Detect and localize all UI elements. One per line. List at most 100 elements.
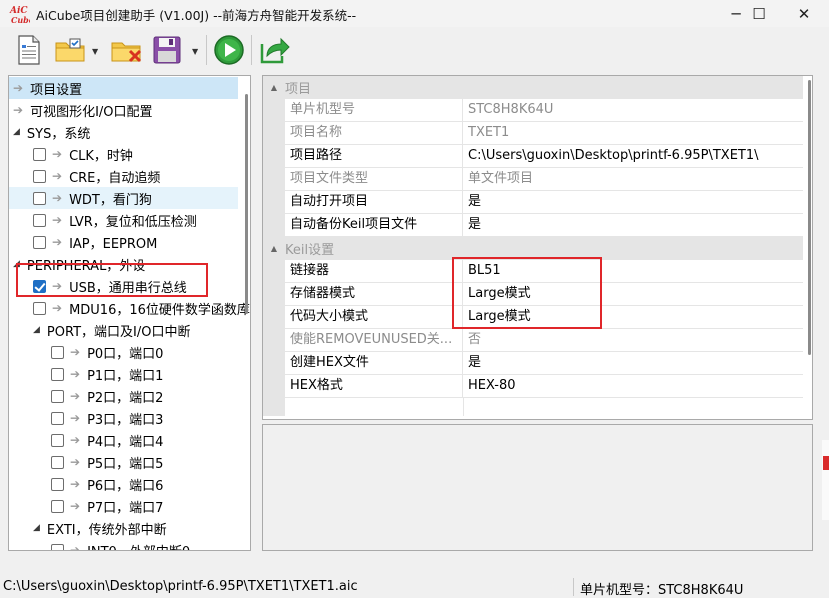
pane-splitter[interactable] [251,75,260,551]
property-value[interactable]: 否 [463,329,803,352]
property-row[interactable]: 创建HEX文件是 [263,352,803,375]
checkbox[interactable] [33,235,46,249]
property-row[interactable]: HEX格式 HEX-80 [263,375,803,398]
property-value[interactable]: 是 [463,214,803,237]
aicube-logo-icon: AiC Cube [9,6,30,25]
tree-item[interactable]: ➔ CLK，时钟 [9,143,238,165]
open-project-button[interactable] [54,32,88,68]
tree-item[interactable]: ➔ P0口，端口0 [9,341,238,363]
tree-item[interactable]: ➔ P3口，端口3 [9,407,238,429]
checkbox[interactable] [33,213,46,227]
arrow-right-icon: ➔ [13,103,24,117]
tree-item[interactable]: ➔ 可视图形化I/O口配置 [9,99,238,121]
checkbox[interactable] [51,477,64,491]
close-project-button[interactable] [110,32,144,68]
property-value[interactable]: HEX-80 [463,375,803,398]
property-value[interactable]: 单文件项目 [463,168,803,191]
grid-scrollbar-thumb[interactable] [808,80,811,355]
tree-scrollbar-thumb[interactable] [245,94,248,314]
tree-item[interactable]: ➔ P7口，端口7 [9,495,238,517]
property-value[interactable]: TXET1 [463,122,803,145]
checkbox[interactable] [33,147,46,161]
tree-expander-icon[interactable]: ◢ [13,127,20,137]
description-panel [262,424,813,551]
row-gutter [263,352,285,375]
property-row[interactable]: 自动备份Keil项目文件是 [263,214,803,237]
property-row[interactable]: 存储器模式 Large模式 [263,283,803,306]
property-value[interactable]: STC8H8K64U [463,99,803,122]
checkbox[interactable] [51,367,64,381]
tree-expander-icon[interactable]: ◢ [33,523,40,533]
property-value[interactable]: BL51 [463,260,803,283]
property-category[interactable]: ▲ Keil设置 [263,237,803,260]
tree-item[interactable]: ➔ WDT，看门狗 [9,187,238,209]
play-icon [214,35,244,65]
grid-gutter-filler [263,398,285,416]
maximize-button[interactable]: ☐ [736,0,782,27]
checkbox[interactable] [51,543,64,550]
tree-item-label: CRE，自动追频 [69,170,161,186]
close-button[interactable]: ✕ [781,0,827,27]
tree-item[interactable]: ◢ PERIPHERAL，外设 [9,253,238,275]
tree-item[interactable]: ➔ INT0，外部中断0 [9,539,238,551]
tree-item[interactable]: ➔ P5口，端口5 [9,451,238,473]
collapse-toggle-icon[interactable]: ▲ [263,244,285,253]
tree-item[interactable]: ➔ IAP，EEPROM [9,231,238,253]
property-value[interactable]: C:\Users\guoxin\Desktop\printf-6.95P\TXE… [463,145,803,168]
checkbox[interactable] [33,301,46,315]
status-project-path: C:\Users\guoxin\Desktop\printf-6.95P\TXE… [3,579,358,594]
tree-item[interactable]: ◢ PORT，端口及I/O口中断 [9,319,238,341]
tree-item[interactable]: ◢ EXTI，传统外部中断 [9,517,238,539]
run-button[interactable] [212,32,246,68]
tree-item[interactable]: ◢ SYS，系统 [9,121,238,143]
checkbox[interactable] [51,345,64,359]
export-button[interactable] [258,32,292,68]
tree-item[interactable]: ➔ USB，通用串行总线 [9,275,238,297]
property-name: 项目名称 [285,122,463,145]
tree-item[interactable]: ➔ P2口，端口2 [9,385,238,407]
checkbox[interactable] [51,433,64,447]
tree-item[interactable]: ➔ MDU16，16位硬件数学函数库 [9,297,250,319]
new-project-button[interactable] [12,32,46,68]
checkbox[interactable] [51,455,64,469]
status-bar: C:\Users\guoxin\Desktop\printf-6.95P\TXE… [0,576,829,598]
tree-item[interactable]: ➔ LVR，复位和低压检测 [9,209,238,231]
property-value[interactable]: 是 [463,191,803,214]
tree-item[interactable]: ➔ CRE，自动追频 [9,165,238,187]
property-row[interactable]: 项目路径 C:\Users\guoxin\Desktop\printf-6.95P… [263,145,803,168]
tree-item[interactable]: ➔ P6口，端口6 [9,473,238,495]
tree-item-label: P0口，端口0 [87,346,164,362]
property-row[interactable]: 项目名称 TXET1 [263,122,803,145]
collapse-toggle-icon[interactable]: ▲ [263,83,285,92]
property-row[interactable]: 链接器 BL51 [263,260,803,283]
tree-item[interactable]: ➔ 项目设置 [9,77,238,99]
checkbox[interactable] [51,499,64,513]
save-dropdown-arrow-icon[interactable]: ▼ [192,47,198,56]
tree-item-label: PORT，端口及I/O口中断 [46,324,191,340]
property-row[interactable]: 代码大小模式 Large模式 [263,306,803,329]
tree-expander-icon[interactable]: ◢ [33,325,40,335]
property-category[interactable]: ▲ 项目 [263,76,803,99]
checkbox[interactable] [51,411,64,425]
property-value[interactable]: 是 [463,352,803,375]
property-row[interactable]: 使能REMOVEUNUSED关... 否 [263,329,803,352]
property-value[interactable]: Large模式 [463,283,803,306]
checkbox[interactable] [33,169,46,183]
property-row[interactable]: 单片机型号 STC8H8K64U [263,99,803,122]
tree-item[interactable]: ➔ P1口，端口1 [9,363,238,385]
save-project-button[interactable] [150,32,184,68]
tree-expander-icon[interactable]: ◢ [13,259,20,269]
category-label: 项目 [285,82,312,97]
property-value[interactable]: Large模式 [463,306,803,329]
property-row[interactable]: 自动打开项目是 [263,191,803,214]
row-gutter [263,260,285,283]
tree-item[interactable]: ➔ P4口，端口4 [9,429,238,451]
tree-item-label: USB，通用串行总线 [69,280,187,296]
svg-text:Cube: Cube [11,15,30,25]
checkbox[interactable] [33,191,46,205]
open-dropdown-arrow-icon[interactable]: ▼ [92,47,98,56]
checkbox[interactable] [51,389,64,403]
property-row[interactable]: 项目文件类型 单文件项目 [263,168,803,191]
arrow-right-icon: ➔ [70,543,81,551]
checkbox-checked[interactable] [33,279,46,293]
